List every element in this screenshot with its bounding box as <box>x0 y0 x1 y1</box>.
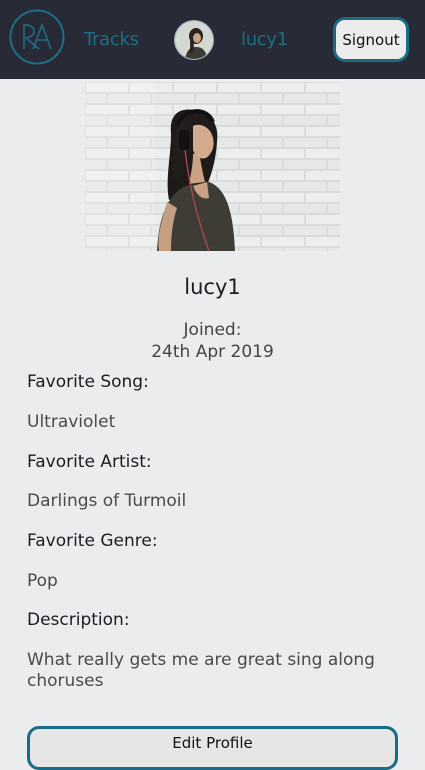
description-label: Description: <box>27 610 130 630</box>
profile-photo <box>85 82 340 251</box>
edit-profile-button[interactable]: Edit Profile <box>27 726 398 770</box>
signout-button[interactable]: Signout <box>333 17 409 62</box>
favorite-genre-label: Favorite Genre: <box>27 531 158 551</box>
nav-avatar[interactable] <box>175 21 213 59</box>
favorite-genre-value: Pop <box>27 571 58 591</box>
navbar: Tracks lucy1 Signout <box>0 0 425 79</box>
joined-label: Joined: <box>183 320 242 340</box>
profile-username: lucy1 <box>184 275 241 299</box>
description-value: What really gets me are great sing along… <box>27 650 375 691</box>
favorite-song-value: Ultraviolet <box>27 412 116 432</box>
nav-tracks-link[interactable]: Tracks <box>84 29 139 51</box>
favorite-artist-label: Favorite Artist: <box>27 452 152 472</box>
profile-photo-image-icon <box>85 82 340 251</box>
favorite-artist-value: Darlings of Turmoil <box>27 491 187 511</box>
avatar-photo-icon <box>175 21 213 59</box>
ra-logo-icon[interactable] <box>9 9 65 65</box>
joined-date: 24th Apr 2019 <box>151 342 274 362</box>
favorite-song-label: Favorite Song: <box>27 372 149 392</box>
nav-username-link[interactable]: lucy1 <box>241 29 288 51</box>
